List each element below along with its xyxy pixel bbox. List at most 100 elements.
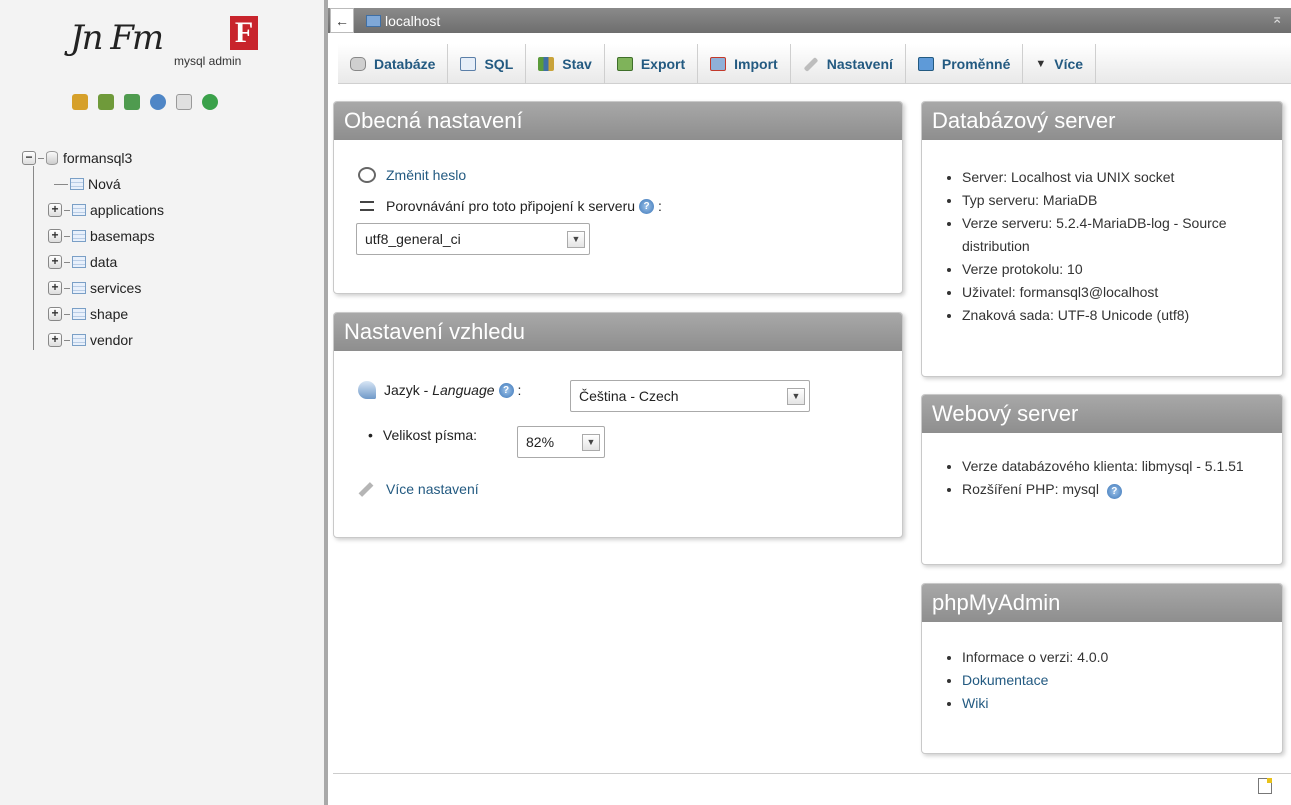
expand-icon[interactable]: + <box>48 255 62 269</box>
change-password-link[interactable]: Změnit heslo <box>386 167 466 183</box>
collation-row: Porovnávání pro toto připojení k serveru… <box>360 198 662 214</box>
tab-sql[interactable]: SQL <box>448 44 527 84</box>
expand-icon[interactable]: + <box>48 229 62 243</box>
tab-import[interactable]: Import <box>698 44 791 84</box>
tab-label: Nastavení <box>826 56 893 72</box>
more-settings-row[interactable]: Více nastavení <box>358 481 479 497</box>
logo[interactable]: Jn Fm F mysql admin <box>70 16 270 80</box>
more-settings-link[interactable]: Více nastavení <box>386 481 479 497</box>
wiki-link[interactable]: Wiki <box>962 695 988 711</box>
sql-icon <box>460 57 477 71</box>
list-item: Znaková sada: UTF-8 Unicode (utf8) <box>962 304 1262 327</box>
logo-signature: Jn Fm <box>70 18 164 58</box>
logo-letter: F <box>230 16 258 50</box>
chevron-down-icon: ▼ <box>787 388 805 405</box>
help-icon[interactable] <box>150 94 166 110</box>
status-icon <box>538 57 555 71</box>
list-item[interactable]: Dokumentace <box>962 669 1282 692</box>
breadcrumb-server[interactable]: localhost <box>385 13 440 29</box>
documentation-link[interactable]: Dokumentace <box>962 672 1048 688</box>
import-icon <box>710 57 727 71</box>
expand-icon[interactable]: + <box>48 333 62 347</box>
new-table-icon <box>70 178 84 190</box>
phpmyadmin-info-list: Informace o verzi: 4.0.0 Dokumentace Wik… <box>922 646 1282 715</box>
tab-label: Stav <box>562 56 592 72</box>
help-icon[interactable]: ? <box>1106 484 1122 499</box>
chevron-down-icon: ▼ <box>567 231 585 248</box>
tree-item-shape[interactable]: + shape <box>22 301 164 327</box>
database-icon <box>46 151 58 165</box>
docs-icon[interactable] <box>176 94 192 110</box>
tree-item-label[interactable]: applications <box>90 202 164 218</box>
tab-variables[interactable]: Proměnné <box>906 44 1024 84</box>
reload-icon[interactable] <box>202 94 218 110</box>
tab-status[interactable]: Stav <box>526 44 605 84</box>
query-icon[interactable] <box>124 94 140 110</box>
panel-title: Databázový server <box>922 102 1282 140</box>
server-info-list: Server: Localhost via UNIX socket Typ se… <box>922 166 1282 327</box>
collation-select-value: utf8_general_ci <box>365 231 461 247</box>
tree-item-label[interactable]: basemaps <box>90 228 155 244</box>
collapse-top-icon[interactable]: ⌅ <box>1271 10 1283 27</box>
key-icon <box>358 167 376 183</box>
list-item: Verze databázového klienta: libmysql - 5… <box>962 455 1276 478</box>
tree-connector <box>64 209 70 211</box>
chevron-down-icon: ▼ <box>582 434 600 451</box>
tree-connector <box>64 235 70 237</box>
list-item[interactable]: Wiki <box>962 692 1282 715</box>
variables-icon <box>917 57 934 71</box>
web-server-panel: Webový server Verze databázového klienta… <box>921 394 1283 565</box>
tree-item-data[interactable]: + data <box>22 249 164 275</box>
tree-connector <box>64 287 70 289</box>
tree-root-label[interactable]: formansql3 <box>63 150 132 166</box>
help-icon[interactable]: ? <box>639 198 655 214</box>
exit-icon[interactable] <box>98 94 114 110</box>
tab-more[interactable]: ▼ Více <box>1023 44 1097 84</box>
tree-item-label[interactable]: shape <box>90 306 128 322</box>
tree-item-new[interactable]: Nová <box>22 171 164 197</box>
tree-item-vendor[interactable]: + vendor <box>22 327 164 353</box>
tree-item-applications[interactable]: + applications <box>22 197 164 223</box>
general-settings-panel: Obecná nastavení Změnit heslo Porovnáván… <box>333 101 903 294</box>
logo-subtitle: mysql admin <box>174 54 242 68</box>
export-icon <box>616 57 633 71</box>
database-icon <box>72 256 86 268</box>
panel-title: phpMyAdmin <box>922 584 1282 622</box>
tree-item-label[interactable]: Nová <box>88 176 121 192</box>
collation-icon <box>360 201 374 211</box>
tab-databases[interactable]: Databáze <box>338 44 449 84</box>
tree-connector <box>64 261 70 263</box>
home-icon[interactable] <box>72 94 88 110</box>
colon-separator: : <box>658 198 662 214</box>
tree-item-label[interactable]: data <box>90 254 117 270</box>
database-icon <box>72 308 86 320</box>
tree-root-item[interactable]: − formansql3 <box>22 145 164 171</box>
help-icon[interactable]: ? <box>498 382 514 398</box>
language-row: Jazyk - Language ? : <box>358 381 521 399</box>
collation-label: Porovnávání pro toto připojení k serveru <box>386 198 636 214</box>
expand-icon[interactable]: + <box>48 281 62 295</box>
change-password-row[interactable]: Změnit heslo <box>358 167 466 183</box>
language-select[interactable]: Čeština - Czech ▼ <box>570 380 810 412</box>
colon-separator: : <box>517 382 522 398</box>
collapse-icon[interactable]: − <box>22 151 36 165</box>
tab-settings[interactable]: Nastavení <box>791 44 906 84</box>
expand-icon[interactable]: + <box>48 307 62 321</box>
font-size-select-value: 82% <box>526 434 555 450</box>
tree-item-label[interactable]: vendor <box>90 332 133 348</box>
nav-resize-handle[interactable] <box>324 0 328 805</box>
database-server-panel: Databázový server Server: Localhost via … <box>921 101 1283 377</box>
tree-item-services[interactable]: + services <box>22 275 164 301</box>
footer-divider <box>333 773 1291 774</box>
font-size-select[interactable]: 82% ▼ <box>517 426 605 458</box>
collation-select[interactable]: utf8_general_ci ▼ <box>356 223 590 255</box>
expand-icon[interactable]: + <box>48 203 62 217</box>
tree-item-label[interactable]: services <box>90 280 141 296</box>
console-icon[interactable] <box>1258 778 1272 794</box>
font-size-row: • Velikost písma: <box>368 427 477 443</box>
database-icon <box>72 334 86 346</box>
back-arrow-icon[interactable]: ← <box>330 8 354 33</box>
tree-item-basemaps[interactable]: + basemaps <box>22 223 164 249</box>
list-item: Rozšíření PHP: mysql ? <box>962 478 1276 501</box>
tab-export[interactable]: Export <box>605 44 699 84</box>
